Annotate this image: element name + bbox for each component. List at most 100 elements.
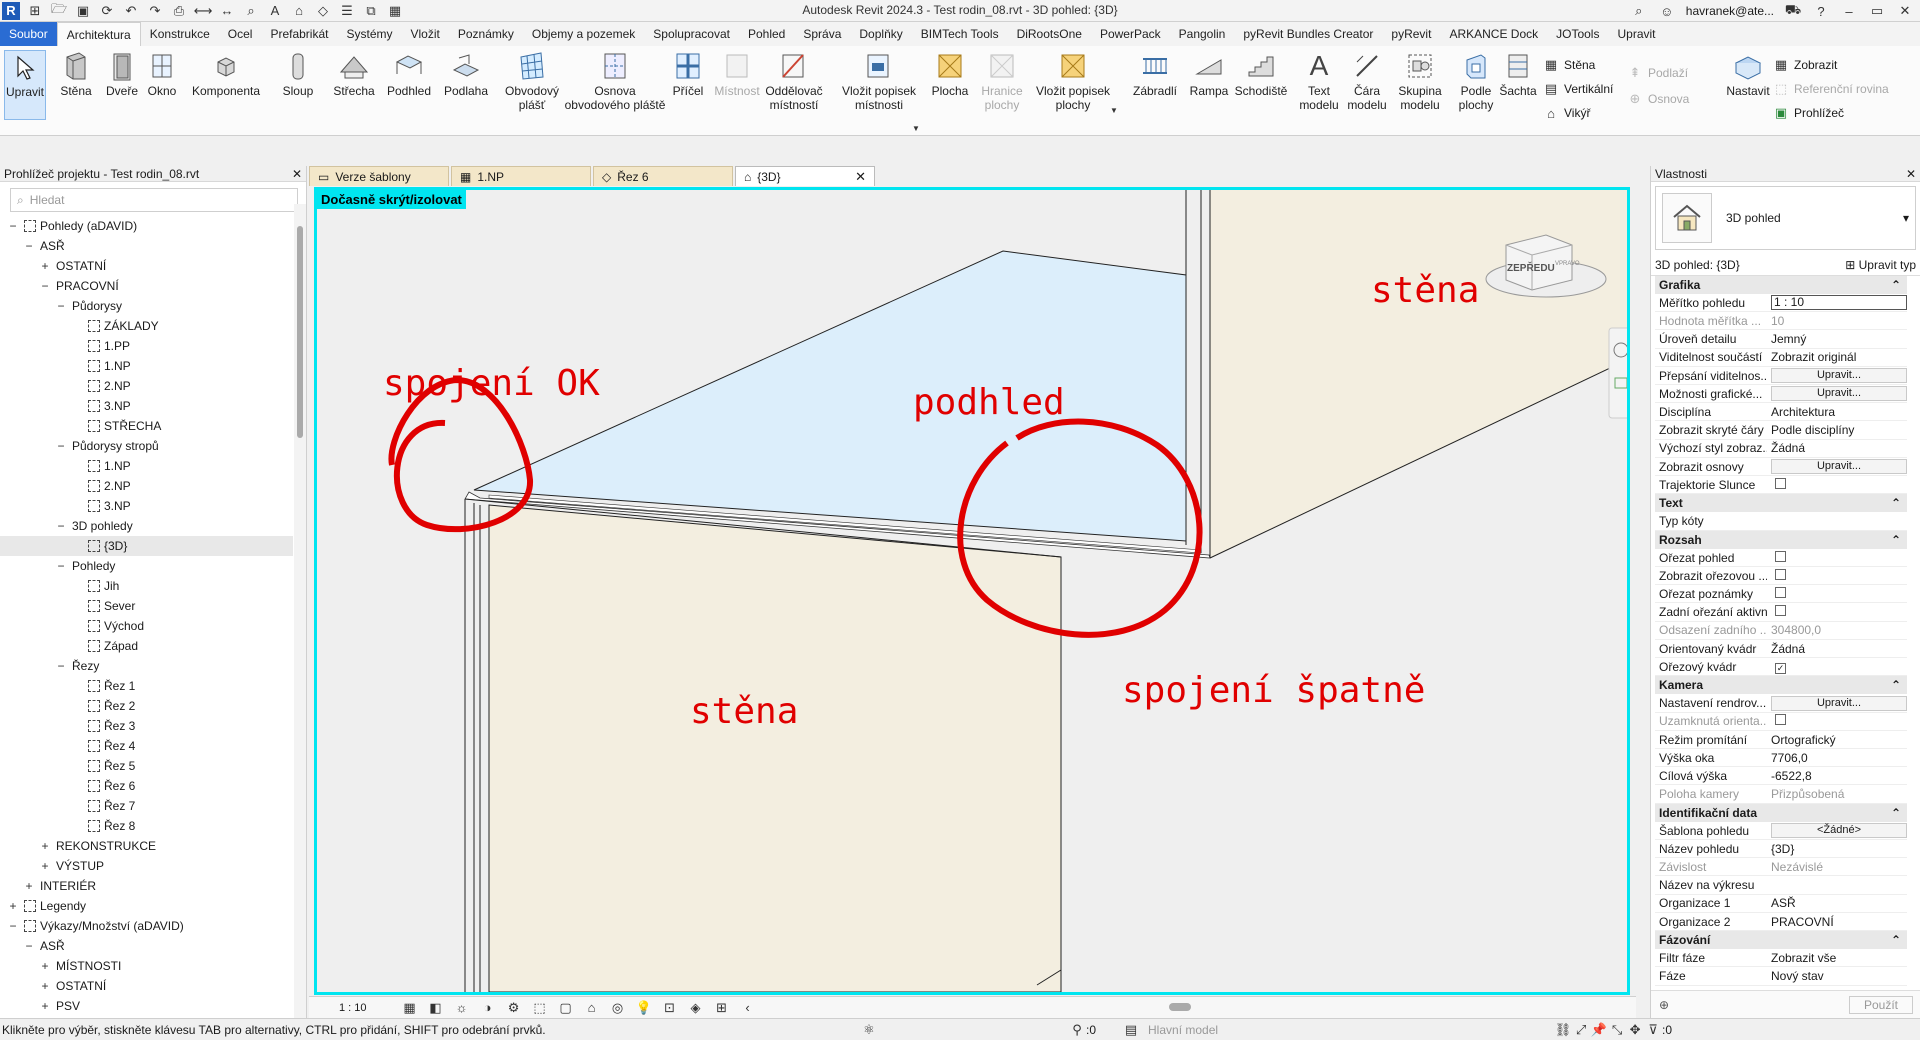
property-value[interactable]: Zobrazit vše — [1771, 951, 1836, 965]
tree-item[interactable]: + PSV — [40, 996, 80, 1016]
tree-item[interactable]: Řez 2 — [72, 696, 135, 716]
ramp-button[interactable]: Rampa — [1186, 50, 1232, 98]
property-group[interactable]: Text ⌃ — [1655, 494, 1907, 513]
tree-item[interactable]: − Půdorysy stropů — [56, 436, 158, 456]
revit-logo-icon[interactable]: R — [2, 1, 20, 20]
level-button[interactable]: ⇞ Podlaží — [1626, 64, 1688, 82]
detail-level-icon[interactable]: ▦ — [401, 999, 419, 1017]
browser-scrollbar[interactable] — [294, 204, 306, 1018]
tree-item[interactable]: + Legendy — [8, 896, 86, 916]
property-value[interactable]: Žádná — [1771, 441, 1805, 455]
by-face-opening-button[interactable]: Podle plochy — [1456, 50, 1496, 112]
collapse-icon[interactable]: ⌃ — [1891, 678, 1901, 692]
collapse-icon[interactable]: ⌃ — [1891, 278, 1901, 292]
tree-item[interactable]: + MÍSTNOSTI — [40, 956, 121, 976]
property-edit-button[interactable]: Upravit... — [1771, 459, 1907, 474]
curtain-grid-button[interactable]: Osnova obvodového pláště — [562, 50, 668, 112]
show-workplane-button[interactable]: ▦ Zobrazit — [1772, 56, 1838, 74]
property-value[interactable]: 7706,0 — [1771, 751, 1808, 765]
tab-10[interactable]: Pohled — [739, 22, 794, 46]
dormer-opening-button[interactable]: ⌂ Vikýř — [1542, 104, 1590, 122]
collapse-icon[interactable]: ‹ — [739, 999, 757, 1017]
temporary-hide-isolate-banner[interactable]: Dočasně skrýt/izolovat — [317, 190, 466, 209]
instance-selector[interactable]: 3D pohled: {3D} — [1655, 258, 1740, 272]
expand-icon[interactable]: + — [40, 839, 50, 853]
property-group[interactable]: Fázování ⌃ — [1655, 931, 1907, 950]
tab-2[interactable]: Konstrukce — [141, 22, 219, 46]
property-edit-button[interactable]: <Žádné> — [1771, 823, 1907, 838]
tree-item[interactable]: ZÁKLADY — [72, 316, 159, 336]
tab-0[interactable]: Soubor — [0, 22, 57, 46]
tree-item[interactable]: 3.NP — [72, 396, 131, 416]
grid-button[interactable]: ⊕ Osnova — [1626, 90, 1690, 108]
tab-11[interactable]: Správa — [794, 22, 850, 46]
collapse-icon[interactable]: ⌃ — [1891, 496, 1901, 510]
render-icon[interactable]: ⚙ — [505, 999, 523, 1017]
tree-item[interactable]: − ASŘ — [24, 936, 64, 956]
properties-help-icon[interactable]: ⊕ — [1659, 998, 1669, 1012]
property-edit-button[interactable]: Upravit... — [1771, 695, 1907, 711]
property-group[interactable]: Identifikační data ⌃ — [1655, 803, 1907, 822]
room-tag-dropdown-icon[interactable]: ▼ — [912, 124, 920, 133]
chevron-down-icon[interactable]: ▾ — [1903, 211, 1909, 225]
column-button[interactable]: Sloup — [280, 50, 316, 98]
apply-button[interactable]: Použít — [1848, 995, 1913, 1014]
aligned-dimension-icon[interactable]: ↔ — [218, 2, 236, 20]
tree-item[interactable]: − Pohledy — [56, 556, 115, 576]
property-group[interactable]: Kamera ⌃ — [1655, 676, 1907, 695]
measure-icon[interactable]: ⟷ — [194, 2, 213, 20]
model-group-button[interactable]: Skupina modelu — [1394, 50, 1446, 112]
collapse-icon[interactable]: − — [24, 939, 34, 953]
horizontal-scroll-thumb[interactable] — [1169, 1003, 1191, 1011]
tree-item[interactable]: Řez 6 — [72, 776, 135, 796]
modify-button[interactable]: Upravit — [4, 50, 46, 120]
tree-item[interactable]: 1.PP — [72, 336, 130, 356]
sync-icon[interactable]: ⟳ — [98, 2, 116, 20]
maximize-icon[interactable]: ▭ — [1868, 2, 1886, 20]
open-icon[interactable]: 🗁 — [50, 1, 68, 20]
tab-18[interactable]: pyRevit — [1382, 22, 1440, 46]
property-value[interactable]: Nový stav — [1771, 969, 1824, 983]
stair-button[interactable]: Schodiště — [1234, 50, 1288, 98]
tree-item[interactable]: Řez 5 — [72, 756, 135, 776]
floor-button[interactable]: Podlaha — [442, 50, 490, 98]
tree-item[interactable]: 3.NP — [72, 496, 131, 516]
show-crop-icon[interactable]: ▢ — [557, 999, 575, 1017]
tree-item[interactable]: {3D} — [0, 536, 293, 556]
highlight-icon[interactable]: ◈ — [687, 999, 705, 1017]
crop-view-icon[interactable]: ⬚ — [531, 999, 549, 1017]
tab-9[interactable]: Spolupracovat — [644, 22, 739, 46]
lock-3d-icon[interactable]: ⌂ — [583, 999, 601, 1017]
tab-12[interactable]: Doplňky — [850, 22, 911, 46]
search-icon[interactable]: ⌕ — [1630, 2, 1648, 20]
expand-icon[interactable]: + — [40, 979, 50, 993]
tree-item[interactable]: − Pohledy (aDAVID) — [8, 216, 137, 236]
property-checkbox[interactable] — [1775, 568, 1786, 580]
property-value[interactable]: Podle disciplíny — [1771, 423, 1854, 437]
property-value[interactable]: {3D} — [1771, 842, 1794, 856]
model-text-button[interactable]: A Text modelu — [1296, 50, 1342, 113]
property-value[interactable]: Nezávislé — [1771, 860, 1823, 874]
expand-icon[interactable]: + — [24, 879, 34, 893]
collapse-icon[interactable]: − — [8, 219, 18, 233]
tab-20[interactable]: JOTools — [1547, 22, 1608, 46]
tree-item[interactable]: Řez 3 — [72, 716, 135, 736]
area-tag-button[interactable]: Vložit popisek plochy — [1032, 50, 1114, 112]
tree-item[interactable]: + INTERIÉR — [24, 876, 96, 896]
tree-item[interactable]: Sever — [72, 596, 135, 616]
tag-icon[interactable]: ⌕ — [242, 2, 260, 20]
tree-item[interactable]: 1.NP — [72, 356, 131, 376]
component-button[interactable]: Komponenta — [190, 50, 262, 98]
property-value[interactable]: 10 — [1771, 314, 1784, 328]
browser-search[interactable]: ⌕ Hledat — [10, 188, 298, 212]
collapse-icon[interactable]: − — [56, 659, 66, 673]
undo-icon[interactable]: ↶ — [122, 2, 140, 20]
property-value[interactable]: Žádná — [1771, 642, 1805, 656]
mullion-button[interactable]: Příčel — [670, 50, 706, 98]
drag-elements-icon[interactable]: ✥ — [1626, 1021, 1644, 1039]
tab-1[interactable]: Architektura — [56, 22, 141, 46]
property-checkbox[interactable] — [1775, 477, 1786, 489]
tree-item[interactable]: + REKONSTRUKCE — [40, 836, 156, 856]
select-links-icon[interactable]: ⤢ — [1572, 1021, 1590, 1039]
thin-lines-icon[interactable]: ☰ — [338, 2, 356, 20]
